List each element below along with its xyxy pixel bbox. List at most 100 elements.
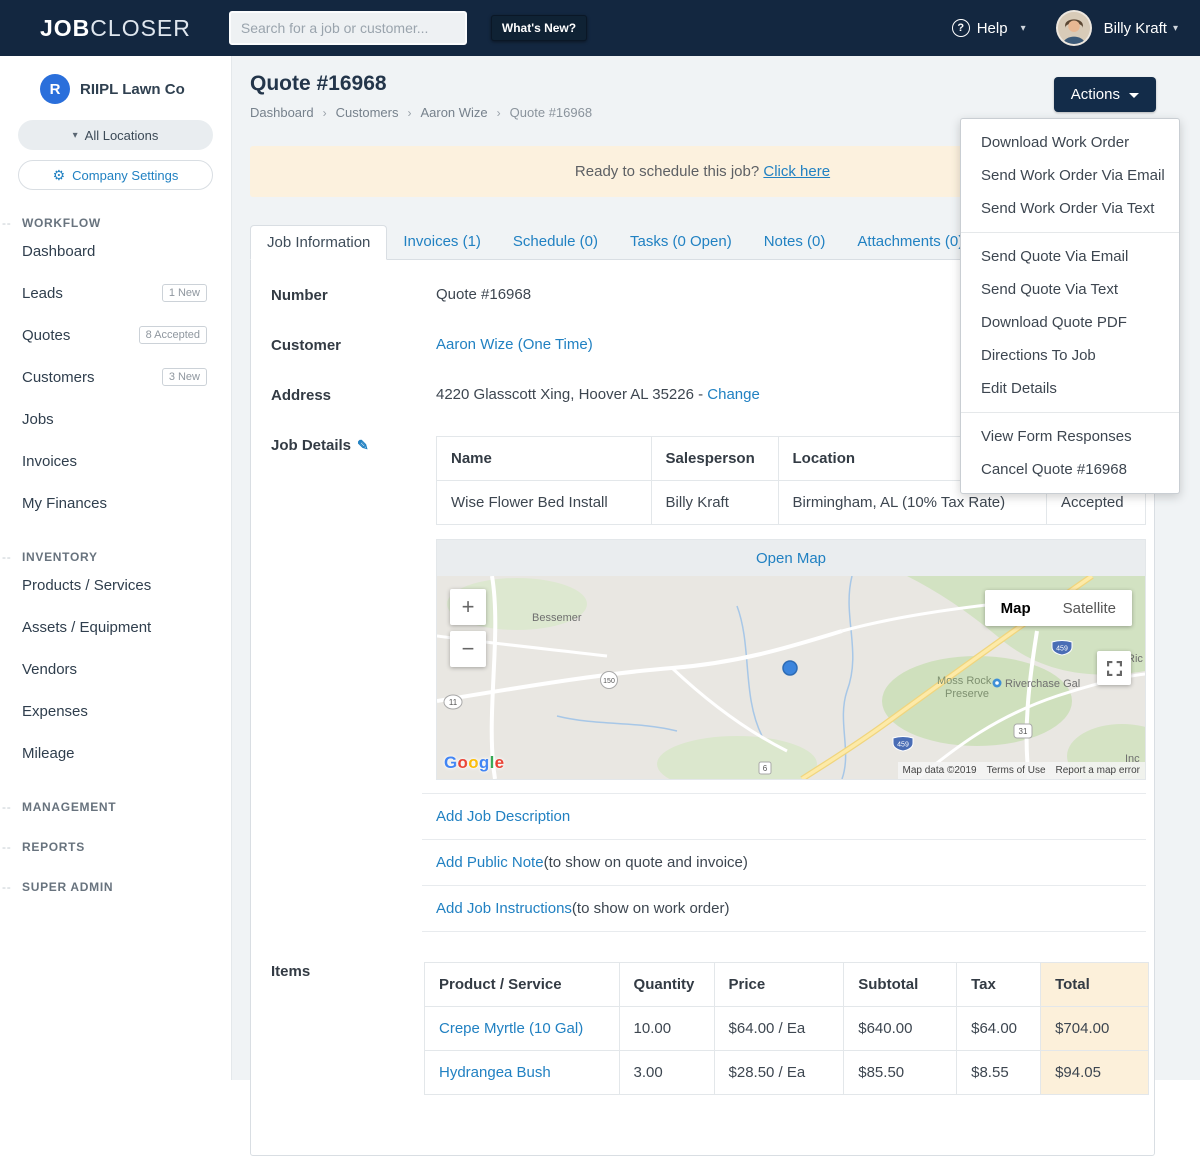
leads-badge: 1 New <box>162 284 207 302</box>
item-price-cell: $28.50 / Ea <box>714 1051 844 1095</box>
top-navbar: JOBCLOSER What's New? ? Help ▾ Billy Kra… <box>0 0 1200 56</box>
chevron-down-icon: ▾ <box>1021 23 1026 34</box>
map-attribution: Map data ©2019 Terms of Use Report a map… <box>898 762 1145 779</box>
item-row: Hydrangea Bush 3.00 $28.50 / Ea $85.50 $… <box>425 1051 1149 1095</box>
menu-directions-to-job[interactable]: Directions To Job <box>961 339 1179 372</box>
tab-tasks[interactable]: Tasks (0 Open) <box>614 225 748 259</box>
menu-send-quote-text[interactable]: Send Quote Via Text <box>961 273 1179 306</box>
menu-download-work-order[interactable]: Download Work Order <box>961 126 1179 159</box>
tab-job-information[interactable]: Job Information <box>250 225 387 260</box>
satellite-view-button[interactable]: Satellite <box>1047 590 1132 626</box>
help-label: Help <box>977 20 1008 37</box>
avatar[interactable] <box>1056 10 1092 46</box>
add-job-description-link[interactable]: Add Job Description <box>436 808 570 825</box>
sidebar-item-assets-equipment[interactable]: Assets / Equipment <box>0 606 231 648</box>
menu-send-quote-email[interactable]: Send Quote Via Email <box>961 240 1179 273</box>
add-public-note-link[interactable]: Add Public Note <box>436 854 544 871</box>
zoom-out-button[interactable]: − <box>450 631 486 667</box>
section-header-management: MANAGEMENT <box>0 800 231 814</box>
section-header-inventory: INVENTORY <box>0 550 231 564</box>
page-title: Quote #16968 <box>250 72 1155 96</box>
item-product-link[interactable]: Hydrangea Bush <box>439 1064 551 1081</box>
help-menu[interactable]: ? Help ▾ <box>952 19 1026 37</box>
app-logo[interactable]: JOBCLOSER <box>40 15 191 42</box>
section-management[interactable]: MANAGEMENT <box>0 800 231 814</box>
sidebar-item-products-services[interactable]: Products / Services <box>0 564 231 606</box>
items-field: Items Product / Service Quantity Price S… <box>271 962 1144 1095</box>
menu-edit-details[interactable]: Edit Details <box>961 372 1179 405</box>
breadcrumb-customer-name[interactable]: Aaron Wize <box>420 105 487 120</box>
item-row: Crepe Myrtle (10 Gal) 10.00 $64.00 / Ea … <box>425 1007 1149 1051</box>
sidebar-item-dashboard[interactable]: Dashboard <box>0 230 231 272</box>
item-total-cell: $704.00 <box>1041 1007 1149 1051</box>
terms-of-use-link[interactable]: Terms of Use <box>987 765 1046 776</box>
sidebar-item-mileage[interactable]: Mileage <box>0 732 231 774</box>
open-map-link[interactable]: Open Map <box>756 550 826 567</box>
sidebar-item-jobs[interactable]: Jobs <box>0 398 231 440</box>
menu-view-form-responses[interactable]: View Form Responses <box>961 420 1179 453</box>
settings-label: Company Settings <box>72 168 178 183</box>
tab-invoices[interactable]: Invoices (1) <box>387 225 497 259</box>
map-label-bessemer: Bessemer <box>532 612 582 624</box>
items-col-product: Product / Service <box>425 963 620 1007</box>
menu-send-work-order-email[interactable]: Send Work Order Via Email <box>961 159 1179 192</box>
search-input[interactable] <box>229 11 467 45</box>
map-canvas[interactable]: Bessemer Moss Rock Preserve Riverchase G… <box>437 576 1145 779</box>
add-job-instructions-link[interactable]: Add Job Instructions <box>436 900 572 917</box>
zoom-in-button[interactable]: + <box>450 589 486 625</box>
route-shield-31: 31 <box>1014 724 1032 738</box>
breadcrumb-dashboard[interactable]: Dashboard <box>250 105 314 120</box>
edit-pencil-icon[interactable]: ✎ <box>357 437 369 453</box>
breadcrumb-customers[interactable]: Customers <box>336 105 399 120</box>
customers-badge: 3 New <box>162 368 207 386</box>
items-header-row: Product / Service Quantity Price Subtota… <box>425 963 1149 1007</box>
item-price-cell: $64.00 / Ea <box>714 1007 844 1051</box>
item-product-link[interactable]: Crepe Myrtle (10 Gal) <box>439 1020 583 1037</box>
sidebar-item-my-finances[interactable]: My Finances <box>0 482 231 524</box>
fullscreen-button[interactable] <box>1097 651 1131 685</box>
svg-text:31: 31 <box>1019 727 1028 736</box>
menu-download-quote-pdf[interactable]: Download Quote PDF <box>961 306 1179 339</box>
item-quantity-cell: 10.00 <box>619 1007 714 1051</box>
items-col-quantity: Quantity <box>619 963 714 1007</box>
company-settings-button[interactable]: ⚙ Company Settings <box>18 160 213 190</box>
tab-schedule[interactable]: Schedule (0) <box>497 225 614 259</box>
add-job-instructions-row: Add Job Instructions (to show on work or… <box>422 886 1146 932</box>
banner-click-here-link[interactable]: Click here <box>763 163 830 180</box>
whats-new-button[interactable]: What's New? <box>491 15 587 41</box>
menu-cancel-quote[interactable]: Cancel Quote #16968 <box>961 453 1179 486</box>
map-label-preserve-2: Preserve <box>945 688 989 700</box>
svg-text:11: 11 <box>449 698 458 707</box>
sidebar-item-invoices[interactable]: Invoices <box>0 440 231 482</box>
sidebar-item-customers[interactable]: Customers 3 New <box>0 356 231 398</box>
section-workflow: WORKFLOW Dashboard Leads 1 New Quotes 8 … <box>0 216 231 524</box>
job-details-content: Name Salesperson Location Wise Flower Be… <box>436 436 1146 932</box>
address-label: Address <box>271 386 436 404</box>
route-shield-6: 6 <box>759 762 771 774</box>
sidebar-item-leads[interactable]: Leads 1 New <box>0 272 231 314</box>
tab-notes[interactable]: Notes (0) <box>748 225 842 259</box>
add-job-description-row: Add Job Description <box>422 794 1146 840</box>
interstate-shield-459-south: 459 <box>893 737 913 752</box>
items-table: Product / Service Quantity Price Subtota… <box>424 962 1149 1095</box>
section-reports[interactable]: REPORTS <box>0 840 231 854</box>
locations-dropdown[interactable]: ▾ All Locations <box>18 120 213 150</box>
user-name[interactable]: Billy Kraft <box>1104 20 1167 37</box>
tab-attachments[interactable]: Attachments (0) <box>841 225 979 259</box>
customer-link[interactable]: Aaron Wize (One Time) <box>436 336 593 353</box>
google-logo[interactable]: Google <box>444 753 504 773</box>
sidebar-item-expenses[interactable]: Expenses <box>0 690 231 732</box>
map-type-controls: Map Satellite <box>985 590 1132 626</box>
user-chevron-down-icon[interactable]: ▾ <box>1173 23 1178 34</box>
sidebar-item-vendors[interactable]: Vendors <box>0 648 231 690</box>
address-change-link[interactable]: Change <box>707 386 760 403</box>
company-avatar: R <box>40 74 70 104</box>
section-super-admin[interactable]: SUPER ADMIN <box>0 880 231 894</box>
actions-button[interactable]: Actions <box>1054 77 1156 112</box>
gear-icon: ⚙ <box>53 167 66 184</box>
menu-send-work-order-text[interactable]: Send Work Order Via Text <box>961 192 1179 225</box>
map-view-button[interactable]: Map <box>985 590 1047 626</box>
items-col-total: Total <box>1041 963 1149 1007</box>
sidebar-item-quotes[interactable]: Quotes 8 Accepted <box>0 314 231 356</box>
report-map-error-link[interactable]: Report a map error <box>1056 765 1140 776</box>
